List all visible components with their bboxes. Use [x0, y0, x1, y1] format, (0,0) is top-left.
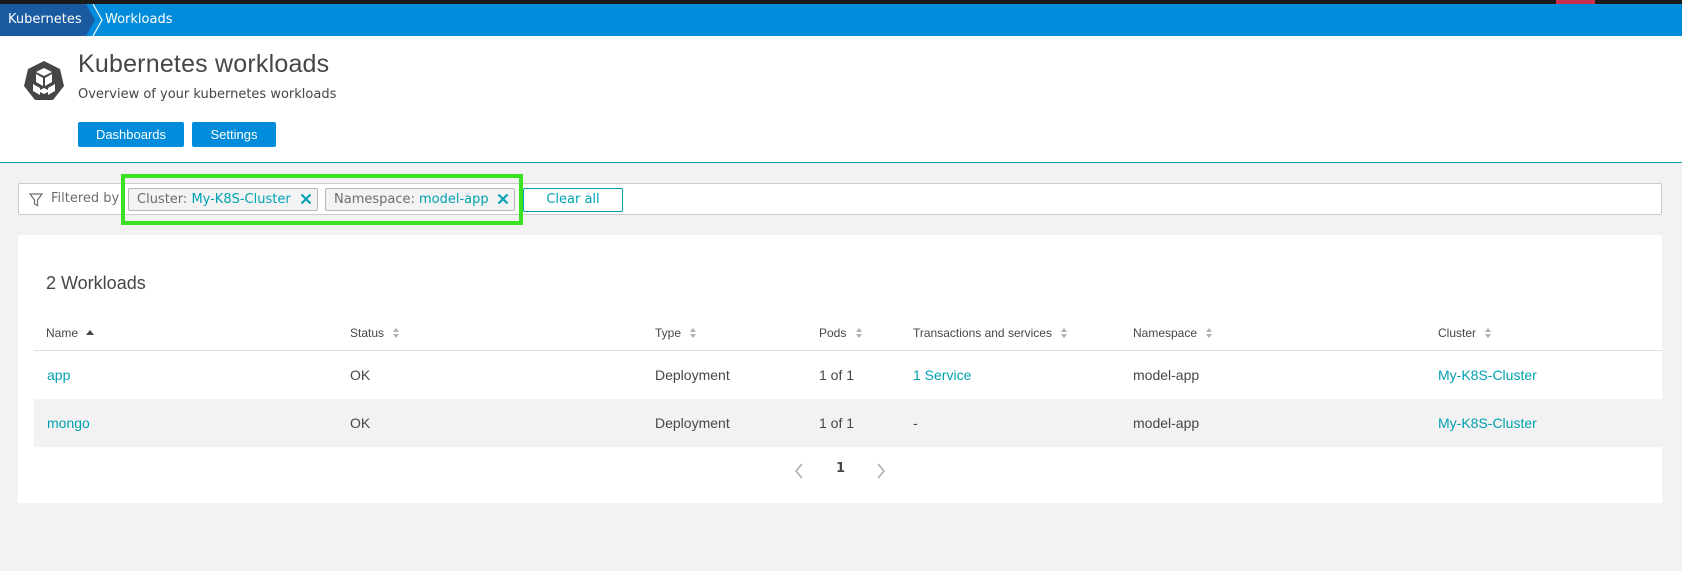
filtered-by-label: Filtered by	[51, 191, 120, 206]
sort-icon	[1485, 328, 1492, 338]
column-header-label: Cluster	[1438, 326, 1477, 340]
breadcrumb-kubernetes[interactable]: Kubernetes	[0, 4, 95, 36]
column-header-pods[interactable]: Pods	[819, 326, 863, 340]
previous-page-icon[interactable]	[794, 463, 804, 479]
workload-status: OK	[350, 367, 371, 383]
top-navigation-bar: Kubernetes Workloads	[0, 0, 1682, 36]
next-page-icon[interactable]	[876, 463, 886, 479]
column-header-label: Name	[46, 326, 79, 340]
workload-type: Deployment	[655, 367, 730, 383]
workload-cluster-link[interactable]: My-K8S-Cluster	[1438, 399, 1537, 447]
filter-bar[interactable]: Filtered by Cluster: My-K8S-Cluster Name…	[18, 183, 1662, 215]
settings-button[interactable]: Settings	[192, 122, 276, 147]
workload-name-link[interactable]: app	[47, 351, 70, 399]
workloads-card: 2 Workloads Name Status Type Pods Transa…	[18, 235, 1662, 503]
column-header-transactions[interactable]: Transactions and services	[913, 326, 1068, 340]
workload-name-link[interactable]: mongo	[47, 399, 90, 447]
sort-icon	[855, 328, 862, 338]
workloads-count-title: 2 Workloads	[46, 273, 146, 293]
kubernetes-logo-icon	[24, 61, 64, 100]
breadcrumb-workloads[interactable]: Workloads	[105, 4, 172, 36]
column-header-name[interactable]: Name	[46, 326, 95, 340]
column-header-status[interactable]: Status	[350, 326, 400, 340]
column-header-label: Namespace	[1133, 326, 1198, 340]
workload-cluster-link[interactable]: My-K8S-Cluster	[1438, 351, 1537, 399]
remove-filter-icon[interactable]	[300, 193, 312, 205]
column-header-type[interactable]: Type	[655, 326, 697, 340]
workload-services: -	[913, 415, 918, 431]
filter-chip-namespace[interactable]: Namespace: model-app	[325, 188, 515, 211]
filter-chip-value: My-K8S-Cluster	[191, 192, 291, 207]
column-header-cluster[interactable]: Cluster	[1438, 326, 1492, 340]
filter-chip-key: Namespace:	[334, 192, 415, 207]
page-subtitle: Overview of your kubernetes workloads	[78, 87, 337, 102]
filter-chip-key: Cluster:	[137, 192, 188, 207]
workload-type: Deployment	[655, 415, 730, 431]
column-header-label: Status	[350, 326, 385, 340]
column-header-namespace[interactable]: Namespace	[1133, 326, 1213, 340]
workload-namespace: model-app	[1133, 367, 1200, 383]
filter-icon	[29, 193, 43, 207]
sort-ascending-icon	[86, 330, 95, 335]
table-row[interactable]: app OK Deployment 1 of 1 1 Service model…	[34, 351, 1662, 399]
column-header-label: Transactions and services	[913, 326, 1052, 340]
clear-all-button[interactable]: Clear all	[523, 188, 623, 212]
notification-marker	[1556, 0, 1595, 4]
sort-icon	[690, 328, 697, 338]
filter-chip-value: model-app	[419, 192, 489, 207]
page-title: Kubernetes workloads	[78, 50, 330, 78]
remove-filter-icon[interactable]	[497, 193, 509, 205]
workload-status: OK	[350, 415, 371, 431]
workload-services-link[interactable]: 1 Service	[913, 351, 971, 399]
sort-icon	[1061, 328, 1068, 338]
column-header-label: Type	[655, 326, 682, 340]
filter-chip-cluster[interactable]: Cluster: My-K8S-Cluster	[128, 188, 318, 211]
sort-icon	[1206, 328, 1213, 338]
dashboards-button[interactable]: Dashboards	[78, 122, 184, 147]
sort-icon	[393, 328, 400, 338]
column-header-label: Pods	[819, 326, 847, 340]
workload-namespace: model-app	[1133, 415, 1200, 431]
table-row[interactable]: mongo OK Deployment 1 of 1 - model-app M…	[34, 399, 1662, 447]
workload-pods: 1 of 1	[819, 415, 855, 431]
page-header: Kubernetes workloads Overview of your ku…	[0, 36, 1682, 163]
workload-pods: 1 of 1	[819, 367, 855, 383]
breadcrumb-separator-icon	[92, 4, 103, 36]
current-page-number[interactable]: 1	[836, 461, 845, 476]
